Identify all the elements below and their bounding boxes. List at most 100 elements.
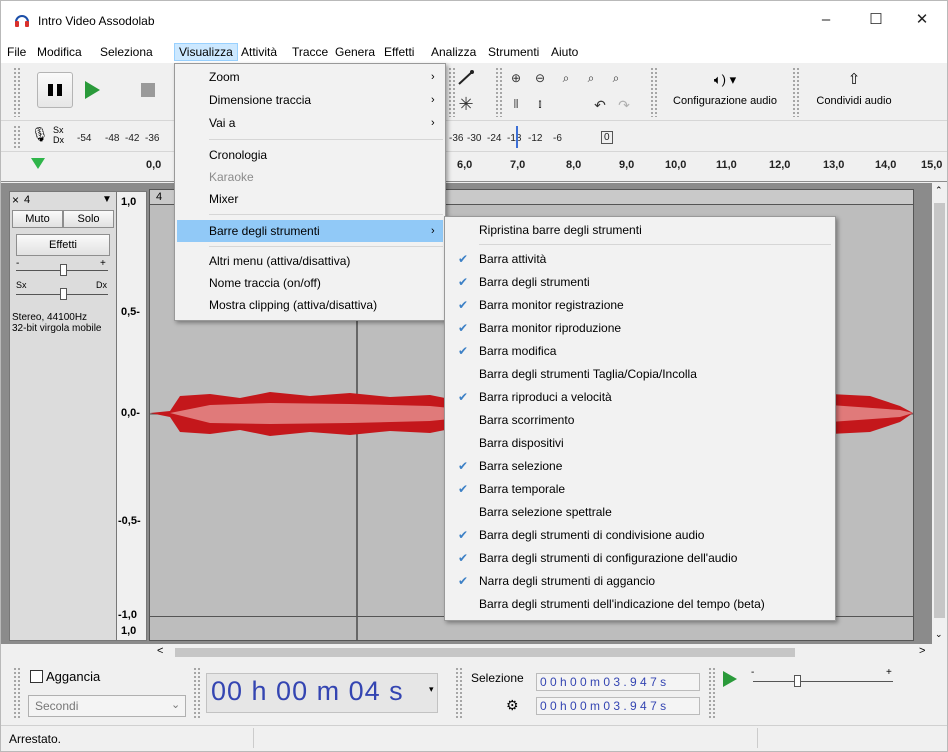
menu-item-history[interactable]: Cronologia <box>177 144 443 166</box>
toolbar-grip[interactable] <box>193 667 200 719</box>
snap-unit-select[interactable]: Secondi ⌄ <box>28 695 186 717</box>
snap-checkbox[interactable] <box>30 670 43 683</box>
scroll-right-arrow[interactable]: > <box>919 645 925 657</box>
play-icon[interactable] <box>85 81 100 99</box>
scroll-down-arrow[interactable]: ⌄ <box>935 629 943 640</box>
time-display-value: 00 h 00 m 04 s <box>211 676 404 706</box>
silence-icon[interactable]: ⫾ <box>531 96 549 114</box>
menu-item-toolbar-toggle[interactable]: ✔ Barra degli strumenti di condivisione a… <box>447 524 833 546</box>
vertical-scrollbar[interactable]: ⌃ ⌄ <box>932 183 947 644</box>
share-audio-button[interactable]: ⇧ Condividi audio <box>804 71 904 115</box>
play-at-speed-icon[interactable] <box>723 671 737 687</box>
gain-slider-thumb[interactable] <box>60 264 67 276</box>
menu-aiuto[interactable]: Aiuto <box>547 43 582 61</box>
pan-slider-thumb[interactable] <box>60 288 67 300</box>
selection-start-field[interactable]: 0 0 h 0 0 m 0 3 . 9 4 7 s <box>536 673 700 691</box>
menu-item-karaoke: Karaoke <box>177 166 443 188</box>
menu-item-toolbar-toggle[interactable]: ✔ Barra monitor registrazione <box>447 294 833 316</box>
stop-icon[interactable] <box>141 83 155 97</box>
menu-item-track-size[interactable]: Dimensione traccia › <box>177 89 443 111</box>
envelope-tool-icon[interactable] <box>457 69 475 87</box>
minimize-button[interactable]: – <box>803 9 849 33</box>
multi-tool-icon[interactable]: ✳ <box>457 95 475 113</box>
maximize-button[interactable]: ☐ <box>853 9 899 33</box>
time-format-arrow[interactable]: ▾ <box>429 684 434 695</box>
effects-button[interactable]: Effetti <box>16 234 110 256</box>
menu-effetti[interactable]: Effetti <box>380 43 418 61</box>
zoom-toggle-icon[interactable]: ⌕ <box>607 69 625 87</box>
status-bar: Arrestato. <box>1 725 947 751</box>
menu-tracce[interactable]: Tracce <box>288 43 332 61</box>
menu-item-toolbar-toggle[interactable]: ✔ Barra temporale <box>447 478 833 500</box>
menu-file[interactable]: File <box>3 43 30 61</box>
menu-item-toolbars[interactable]: Barre degli strumenti › <box>177 220 443 242</box>
menu-item-toolbar-toggle[interactable]: ✔ Barra attività <box>447 248 833 270</box>
selection-end-field[interactable]: 0 0 h 0 0 m 0 3 . 9 4 7 s <box>536 697 700 715</box>
toolbar-grip[interactable] <box>448 67 455 117</box>
zoom-fit-icon[interactable]: ⌕ <box>582 69 600 87</box>
track-menu-arrow[interactable]: ▼ <box>102 194 112 205</box>
zoom-selection-icon[interactable]: ⌕ <box>557 69 575 87</box>
toolbar-grip[interactable] <box>13 667 20 719</box>
menu-item-toolbar-toggle[interactable]: Barra selezione spettrale <box>447 501 833 523</box>
mute-button[interactable]: Muto <box>12 210 63 228</box>
menu-modifica[interactable]: Modifica <box>33 43 86 61</box>
menu-attivita[interactable]: Attività <box>237 43 281 61</box>
menu-item-toolbar-toggle[interactable]: ✔ Barra monitor riproduzione <box>447 317 833 339</box>
toolbar-grip[interactable] <box>455 667 462 719</box>
menu-item-label: Nome traccia (on/off) <box>209 276 321 290</box>
menu-item-extra-menus[interactable]: Altri menu (attiva/disattiva) <box>177 250 443 272</box>
menu-item-zoom[interactable]: Zoom › <box>177 66 443 88</box>
menu-item-mixer[interactable]: Mixer <box>177 188 443 210</box>
menu-item-go-to[interactable]: Vai a › <box>177 112 443 134</box>
close-button[interactable]: ✕ <box>899 9 945 33</box>
toolbar-grip[interactable] <box>13 67 20 117</box>
toolbar-grip[interactable] <box>792 67 799 117</box>
menu-item-label: Barra modifica <box>479 344 557 358</box>
menu-analizza[interactable]: Analizza <box>427 43 480 61</box>
menu-item-toolbar-toggle[interactable]: Barra dispositivi <box>447 432 833 454</box>
scroll-thumb[interactable] <box>175 648 795 657</box>
trim-icon[interactable]: ⫼ <box>507 96 525 114</box>
pause-button[interactable] <box>37 72 73 108</box>
menu-item-toolbar-toggle[interactable]: ✔ Barra degli strumenti <box>447 271 833 293</box>
scale-label: 0,5- <box>121 306 140 318</box>
menu-item-show-clipping[interactable]: Mostra clipping (attiva/disattiva) <box>177 294 443 316</box>
timeline-ruler[interactable]: 0,0 6,0 7,0 8,0 9,0 10,0 11,0 12,0 13,0 … <box>1 152 947 182</box>
menu-item-toolbar-toggle[interactable]: ✔ Barra modifica <box>447 340 833 362</box>
menu-item-toolbar-toggle[interactable]: Barra degli strumenti Taglia/Copia/Incol… <box>447 363 833 385</box>
solo-button[interactable]: Solo <box>63 210 114 228</box>
redo-icon[interactable]: ↷ <box>615 96 633 114</box>
menu-item-toolbar-toggle[interactable]: ✔ Narra degli strumenti di aggancio <box>447 570 833 592</box>
gear-icon[interactable]: ⚙ <box>506 697 519 714</box>
zoom-out-icon[interactable]: ⊖ <box>531 69 549 87</box>
scroll-up-arrow[interactable]: ⌃ <box>935 185 943 196</box>
track-name[interactable]: 4 <box>24 194 30 206</box>
toolbar-grip[interactable] <box>13 125 20 149</box>
menu-item-toolbar-toggle[interactable]: ✔ Barra degli strumenti di configurazione… <box>447 547 833 569</box>
menu-item-reset-toolbars[interactable]: Ripristina barre degli strumenti <box>447 219 833 241</box>
scroll-left-arrow[interactable]: < <box>157 645 163 657</box>
menu-genera[interactable]: Genera <box>331 43 379 61</box>
toolbar-grip[interactable] <box>708 667 715 719</box>
menu-item-toolbar-toggle[interactable]: Barra degli strumenti dell'indicazione d… <box>447 593 833 615</box>
zoom-in-icon[interactable]: ⊕ <box>507 69 525 87</box>
scroll-thumb[interactable] <box>934 203 945 618</box>
menu-item-toolbar-toggle[interactable]: Barra scorrimento <box>447 409 833 431</box>
menu-item-toolbar-toggle[interactable]: ✔ Barra selezione <box>447 455 833 477</box>
undo-icon[interactable]: ↶ <box>591 96 609 114</box>
menu-item-toolbar-toggle[interactable]: ✔ Barra riproduci a velocità <box>447 386 833 408</box>
play-head-icon[interactable] <box>31 158 45 169</box>
track-close-button[interactable]: × <box>12 193 19 207</box>
horizontal-scrollbar[interactable]: < > <box>147 644 932 661</box>
audio-setup-button[interactable]: 🔈︎) ▾ Configurazione audio <box>661 71 789 115</box>
menu-seleziona[interactable]: Seleziona <box>96 43 157 61</box>
speed-slider-thumb[interactable] <box>794 675 801 687</box>
menu-item-track-name[interactable]: Nome traccia (on/off) <box>177 272 443 294</box>
time-display[interactable]: 00 h 00 m 04 s ▾ <box>206 673 438 713</box>
menu-strumenti[interactable]: Strumenti <box>484 43 543 61</box>
toolbar-grip[interactable] <box>495 67 502 117</box>
microphone-icon[interactable]: 🎙︎ <box>31 126 49 143</box>
toolbar-grip[interactable] <box>650 67 657 117</box>
menu-visualizza[interactable]: Visualizza <box>174 43 238 61</box>
